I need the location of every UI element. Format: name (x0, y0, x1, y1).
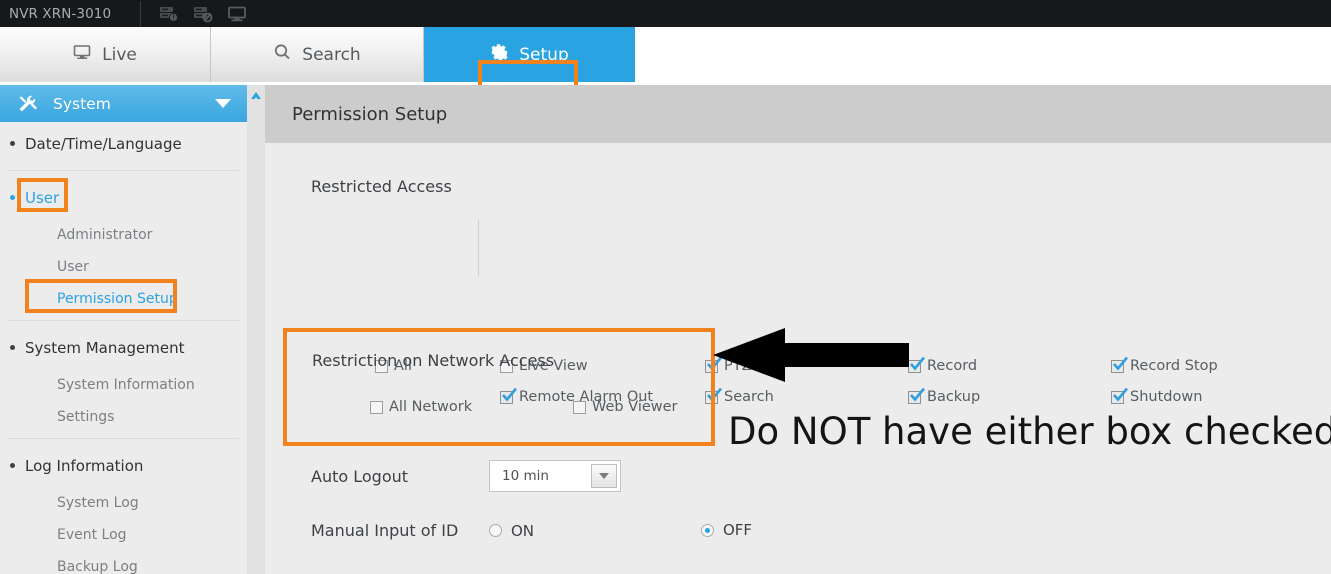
sidebar-item-label: Backup Log (57, 559, 138, 574)
monitor-icon (73, 44, 92, 66)
sidebar-item-system-information[interactable]: System Information (0, 369, 247, 401)
auto-logout-select[interactable]: 10 min (489, 460, 621, 492)
tools-icon (17, 94, 43, 114)
checkbox-record[interactable]: Record (908, 356, 978, 374)
network-restriction-highlight-box (283, 328, 715, 446)
sidebar-item-backup-log[interactable]: Backup Log (0, 551, 247, 574)
monitor-icon[interactable] (227, 5, 247, 23)
sidebar-group-user[interactable]: User (0, 176, 247, 219)
checkbox-label: Record (927, 358, 978, 374)
sidebar-group-log-information[interactable]: Log Information (0, 444, 247, 487)
hdd-warning-icon[interactable] (159, 5, 179, 23)
sidebar-divider (8, 320, 239, 321)
sidebar-group-system-management[interactable]: System Management (0, 326, 247, 369)
radio-manual-input-off[interactable]: OFF (701, 521, 752, 539)
sidebar-group-datetime[interactable]: Date/Time/Language (0, 122, 247, 165)
radio-dot (701, 523, 714, 537)
page-title: Permission Setup (292, 103, 448, 125)
radio-label: ON (511, 521, 535, 540)
tab-search-label: Search (302, 44, 361, 65)
sidebar-item-permission-setup[interactable]: Permission Setup (0, 283, 247, 315)
titlebar-status-icons (159, 5, 247, 23)
select-arrow-glyph (599, 473, 609, 479)
restricted-access-title: Restricted Access (311, 177, 452, 196)
bullet-icon (10, 345, 15, 350)
radio-dot (489, 524, 502, 537)
chevron-down-icon[interactable] (591, 464, 617, 488)
sidebar-divider (8, 170, 239, 171)
auto-logout-value: 10 min (502, 468, 549, 484)
tab-live-label: Live (102, 44, 137, 65)
sidebar-item-label: Event Log (57, 527, 127, 543)
checkbox-box (908, 387, 925, 404)
hdd-disabled-icon[interactable] (193, 5, 213, 23)
titlebar-divider (140, 0, 142, 27)
checkbox-box (573, 400, 586, 414)
sidebar-item-event-log[interactable]: Event Log (0, 519, 247, 551)
sidebar-item-label: Administrator (57, 227, 153, 243)
tab-live[interactable]: Live (0, 27, 211, 82)
sidebar-group-label: User (25, 188, 60, 207)
sidebar-item-administrator[interactable]: Administrator (0, 219, 247, 251)
bullet-icon (10, 141, 15, 146)
sidebar-scrollbar[interactable] (247, 85, 265, 574)
auto-logout-row: Auto Logout 10 min (311, 460, 621, 492)
bullet-icon (10, 195, 15, 200)
sidebar: System Date/Time/Language User Administr… (0, 85, 247, 574)
auto-logout-label: Auto Logout (311, 466, 409, 486)
app-root: NVR XRN-3010 Live Search Setup System Da… (0, 0, 1331, 574)
checkbox-column-divider (478, 220, 479, 276)
sidebar-item-user[interactable]: User (0, 251, 247, 283)
sidebar-item-system-log[interactable]: System Log (0, 487, 247, 519)
sidebar-group-label: Log Information (25, 456, 144, 475)
checkbox-box (1111, 356, 1128, 373)
checkbox-search[interactable]: Search (705, 387, 774, 405)
checkbox-box (370, 400, 383, 414)
chevron-down-icon[interactable] (215, 99, 231, 108)
bullet-icon (10, 463, 15, 468)
checkbox-label: Backup (927, 389, 981, 405)
gear-icon (490, 43, 509, 67)
sidebar-item-label: User (57, 259, 89, 275)
checkbox-all-network[interactable]: All Network (370, 399, 472, 415)
chevron-up-icon-inner (251, 97, 261, 104)
tab-setup[interactable]: Setup (424, 27, 635, 82)
checkbox-record-stop[interactable]: Record Stop (1111, 356, 1218, 374)
sidebar-item-label: System Information (57, 377, 195, 393)
sidebar-group-label: System Management (25, 338, 185, 357)
checkbox-label: Shutdown (1130, 389, 1203, 405)
checkbox-label: All Network (389, 399, 473, 415)
sidebar-item-label: Permission Setup (57, 291, 178, 307)
checkbox-label: Web Viewer (592, 399, 678, 415)
sidebar-item-settings[interactable]: Settings (0, 401, 247, 433)
sidebar-item-label: Settings (57, 409, 115, 425)
sidebar-header[interactable]: System (0, 85, 247, 122)
tab-bar: Live Search Setup (0, 27, 1331, 112)
checkbox-label: Record Stop (1130, 358, 1218, 374)
checkbox-label: Search (724, 389, 774, 405)
checkbox-web-viewer[interactable]: Web Viewer (573, 399, 678, 415)
annotation-text: Do NOT have either box checked! (728, 410, 1331, 453)
title-bar: NVR XRN-3010 (0, 0, 1331, 27)
sidebar-header-label: System (53, 94, 111, 113)
left-arrow-icon (713, 326, 913, 386)
search-icon (273, 43, 292, 66)
checkbox-backup[interactable]: Backup (908, 387, 981, 405)
page-header: Permission Setup (265, 85, 1331, 143)
sidebar-item-label: System Log (57, 495, 139, 511)
manual-input-label: Manual Input of ID (311, 521, 459, 540)
radio-label: OFF (723, 521, 753, 539)
tab-search[interactable]: Search (211, 27, 424, 82)
checkbox-shutdown[interactable]: Shutdown (1111, 387, 1203, 405)
radio-manual-input-on[interactable]: ON (489, 522, 534, 540)
checkbox-box (1111, 387, 1128, 404)
device-name: NVR XRN-3010 (9, 5, 112, 22)
sidebar-divider (8, 438, 239, 439)
tab-setup-label: Setup (519, 44, 569, 65)
manual-input-row: Manual Input of ID ON OFF (311, 521, 752, 540)
sidebar-group-label: Date/Time/Language (25, 134, 182, 153)
network-restriction-title: Restriction on Network Access (312, 351, 555, 370)
